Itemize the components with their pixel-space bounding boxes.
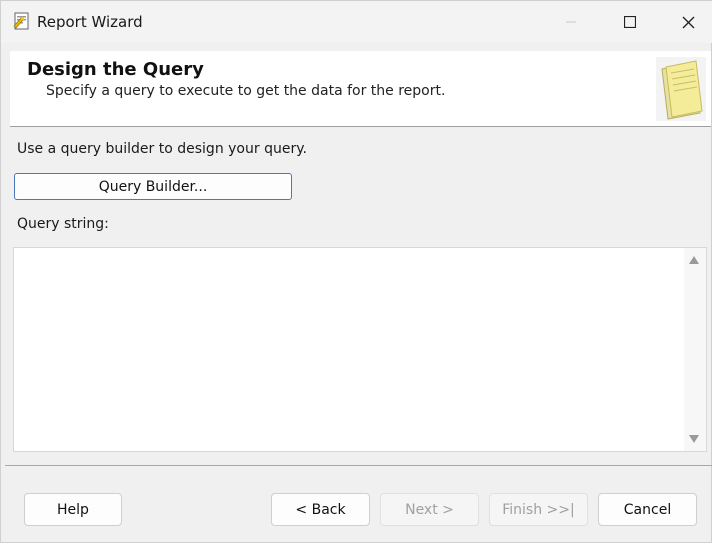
close-icon (682, 16, 694, 28)
page-title: Design the Query (27, 59, 204, 80)
footer-divider (5, 465, 712, 466)
query-string-textarea[interactable] (13, 247, 707, 452)
help-button[interactable]: Help (24, 493, 122, 526)
window-title: Report Wizard (37, 13, 143, 31)
next-button[interactable]: Next > (380, 493, 479, 526)
instruction-text: Use a query builder to design your query… (17, 141, 307, 157)
back-button[interactable]: < Back (271, 493, 370, 526)
maximize-button[interactable] (601, 1, 659, 43)
query-builder-button[interactable]: Query Builder... (14, 173, 292, 200)
report-wizard-icon (13, 12, 31, 30)
query-scrollbar[interactable] (684, 248, 706, 451)
cancel-button[interactable]: Cancel (598, 493, 697, 526)
close-button[interactable] (659, 1, 712, 43)
maximize-icon (624, 16, 636, 28)
scroll-up-icon[interactable] (689, 256, 699, 264)
query-string-label: Query string: (17, 216, 109, 232)
finish-button[interactable]: Finish >>| (489, 493, 588, 526)
page-subtitle: Specify a query to execute to get the da… (46, 83, 446, 99)
title-bar[interactable]: Report Wizard (1, 1, 712, 43)
wizard-header: Design the Query Specify a query to exec… (10, 51, 711, 127)
note-pages-icon (656, 57, 706, 121)
scroll-down-icon[interactable] (689, 435, 699, 443)
minimize-button[interactable] (542, 1, 600, 43)
minimize-icon (566, 21, 576, 23)
report-wizard-window: Report Wizard Design the Query Specify a… (0, 0, 712, 543)
